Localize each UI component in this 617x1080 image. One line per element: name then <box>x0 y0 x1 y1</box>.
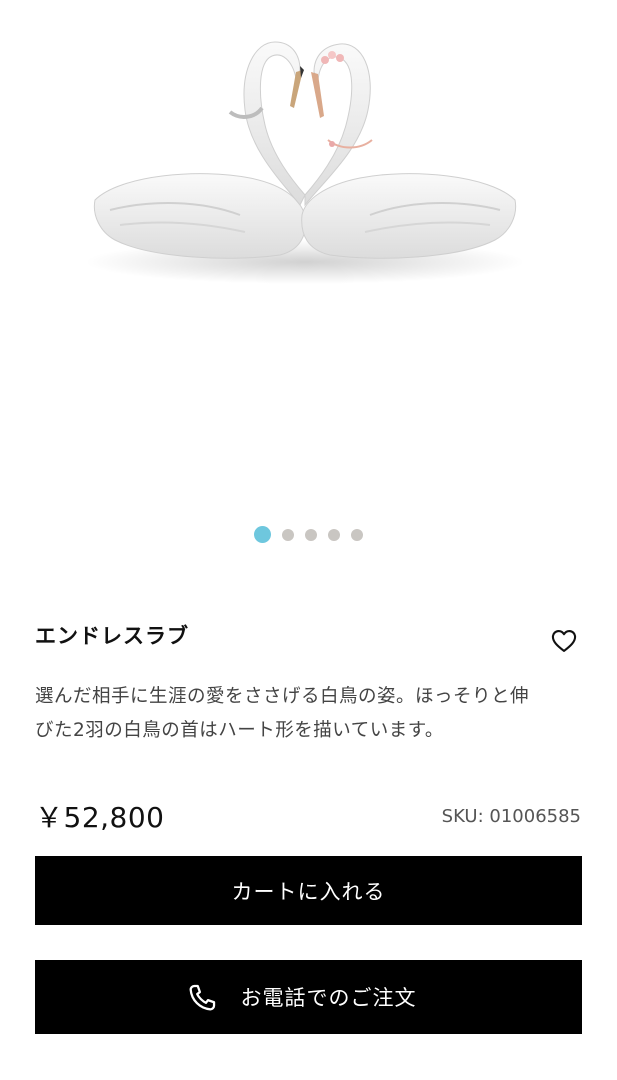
product-image-gallery[interactable] <box>0 0 617 500</box>
product-sku: SKU: 01006585 <box>441 806 581 827</box>
gallery-dot-2[interactable] <box>282 528 294 541</box>
phone-order-button[interactable]: お電話でのご注文 <box>35 960 582 1034</box>
heart-icon <box>551 630 577 652</box>
description-line: 選んだ相手に生涯の愛をささげる白鳥の姿。ほっそりと伸 <box>35 686 530 707</box>
phone-icon <box>189 984 216 1011</box>
gallery-pagination <box>0 526 617 543</box>
favorite-button[interactable] <box>550 627 578 655</box>
gallery-dot-5[interactable] <box>351 528 363 541</box>
swan-figurine-image <box>85 41 525 284</box>
product-price: ￥52,800 <box>35 801 165 834</box>
phone-order-label: お電話でのご注文 <box>240 987 417 1010</box>
product-title: エンドレスラブ <box>35 624 189 648</box>
add-to-cart-label: カートに入れる <box>231 880 386 904</box>
gallery-dot-1[interactable] <box>254 526 271 543</box>
add-to-cart-button[interactable]: カートに入れる <box>35 856 582 925</box>
description-line: びた2羽の白鳥の首はハート形を描いています。 <box>35 720 444 741</box>
gallery-dot-3[interactable] <box>305 528 317 541</box>
product-page: エンドレスラブ 選んだ相手に生涯の愛をささげる白鳥の姿。ほっそりと伸 びた2羽の… <box>0 0 617 1080</box>
gallery-dot-4[interactable] <box>328 528 340 541</box>
product-description: 選んだ相手に生涯の愛をささげる白鳥の姿。ほっそりと伸 びた2羽の白鳥の首はハート… <box>35 680 585 748</box>
